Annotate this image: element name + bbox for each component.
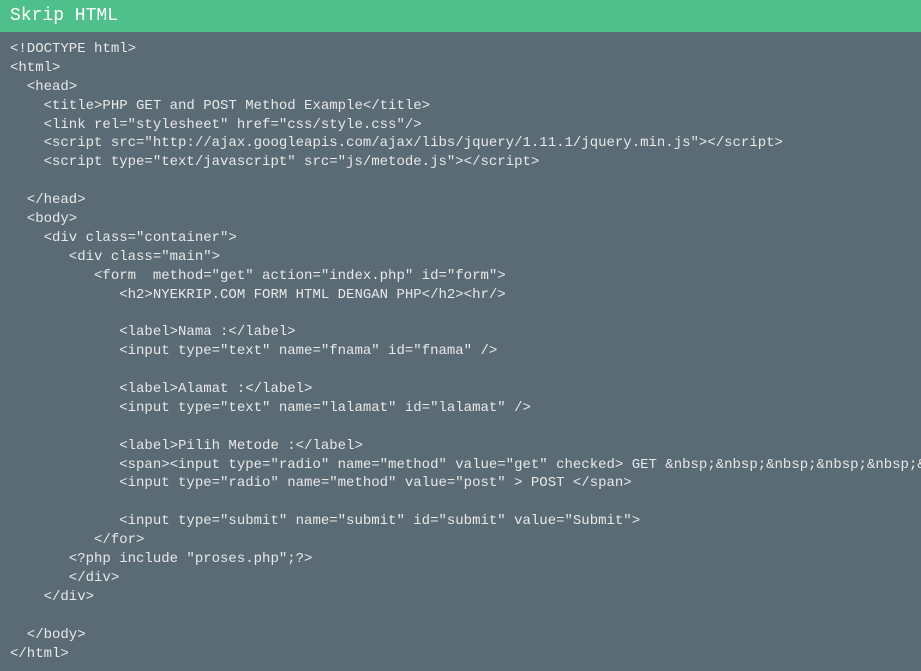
code-line: <!DOCTYPE html> (10, 41, 136, 57)
code-line: </head> (10, 192, 86, 208)
code-line: <title>PHP GET and POST Method Example</… (10, 98, 430, 114)
code-line: <input type="submit" name="submit" id="s… (10, 513, 640, 529)
code-line: </div> (10, 570, 119, 586)
code-line: </body> (10, 627, 86, 643)
code-line: <?php include "proses.php";?> (10, 551, 312, 567)
header-title: Skrip HTML (10, 6, 118, 26)
code-content: <!DOCTYPE html> <html> <head> <title>PHP… (0, 32, 921, 671)
code-line: <input type="radio" name="method" value=… (10, 475, 632, 491)
code-line: <body> (10, 211, 77, 227)
code-line: <div class="container"> (10, 230, 237, 246)
code-line: <form method="get" action="index.php" id… (10, 268, 506, 284)
code-line: </div> (10, 589, 94, 605)
code-line: <script src="http://ajax.googleapis.com/… (10, 135, 783, 151)
header-bar: Skrip HTML (0, 0, 921, 32)
code-line: <script type="text/javascript" src="js/m… (10, 154, 539, 170)
code-line: </for> (10, 532, 144, 548)
code-line: <label>Nama :</label> (10, 324, 296, 340)
code-line: <label>Pilih Metode :</label> (10, 438, 363, 454)
code-line: </html> (10, 646, 69, 662)
code-line: <label>Alamat :</label> (10, 381, 312, 397)
code-line: <input type="text" name="fnama" id="fnam… (10, 343, 497, 359)
code-line: <head> (10, 79, 77, 95)
code-line: <link rel="stylesheet" href="css/style.c… (10, 117, 422, 133)
code-line: <input type="text" name="lalamat" id="la… (10, 400, 531, 416)
code-line: <h2>NYEKRIP.COM FORM HTML DENGAN PHP</h2… (10, 287, 506, 303)
code-line: <html> (10, 60, 60, 76)
code-line: <span><input type="radio" name="method" … (10, 457, 921, 473)
code-line: <div class="main"> (10, 249, 220, 265)
